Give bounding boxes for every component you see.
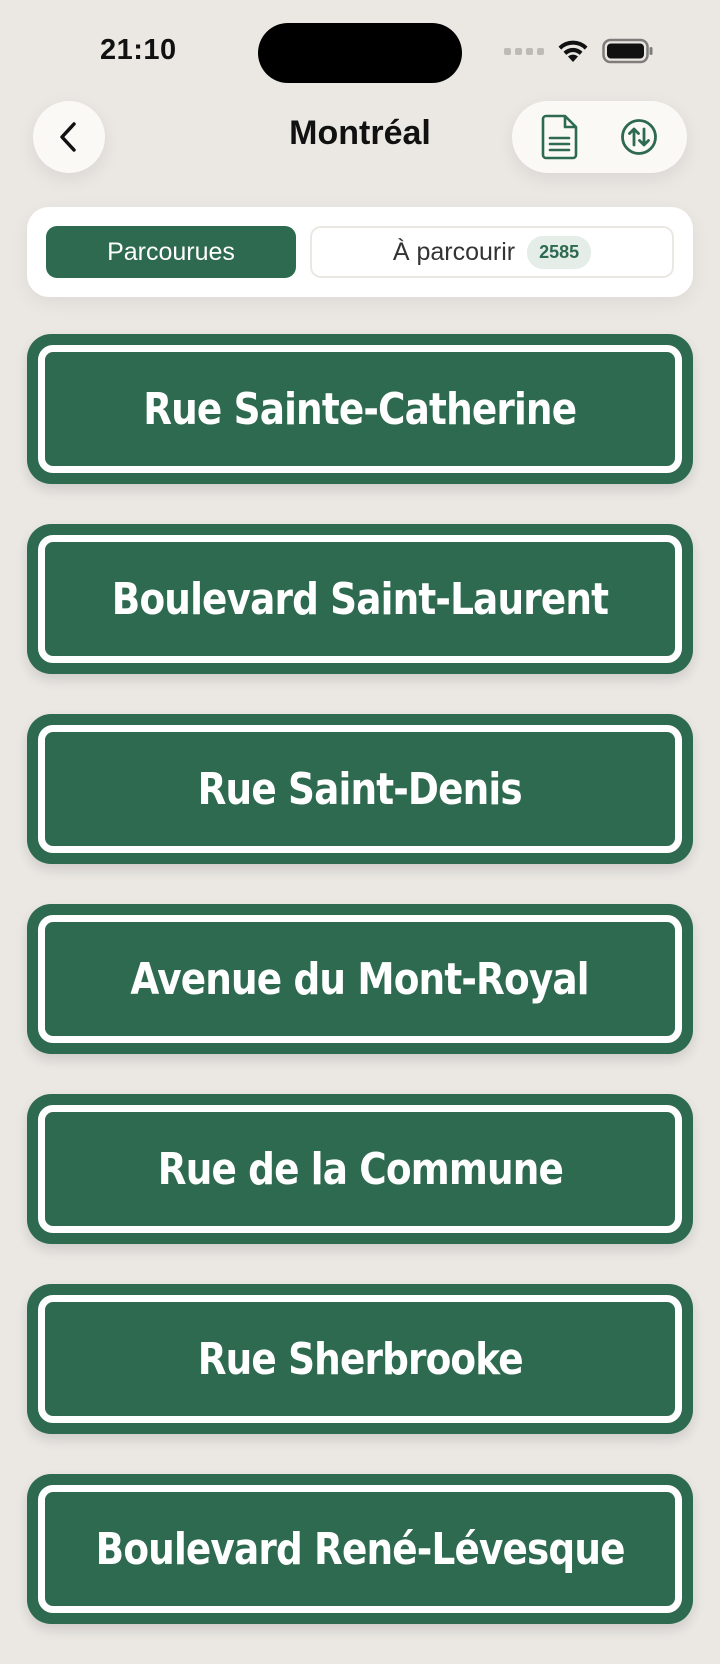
street-sign[interactable]: Rue Sherbrooke — [27, 1284, 693, 1434]
street-name: Rue Sherbrooke — [197, 1333, 523, 1385]
street-sign[interactable]: Boulevard Saint-Laurent — [27, 524, 693, 674]
status-icons — [504, 38, 654, 64]
street-sign[interactable]: Rue Saint-Denis — [27, 714, 693, 864]
dynamic-island — [258, 23, 462, 83]
tab-a-parcourir[interactable]: À parcourir 2585 — [310, 226, 674, 278]
street-name: Boulevard Saint-Laurent — [111, 573, 609, 625]
count-badge: 2585 — [527, 235, 592, 269]
status-bar: 21:10 — [0, 0, 720, 100]
segmented-control: Parcourues À parcourir 2585 — [27, 207, 693, 297]
status-time: 21:10 — [100, 34, 177, 66]
street-name: Rue Sainte-Catherine — [143, 383, 577, 435]
street-name: Avenue du Mont-Royal — [130, 953, 590, 1005]
street-sign-frame: Rue Sainte-Catherine — [38, 345, 682, 473]
street-name: Rue Saint-Denis — [197, 763, 523, 815]
street-sign-frame: Avenue du Mont-Royal — [38, 915, 682, 1043]
navigation-header: Montréal — [0, 100, 720, 174]
header-actions — [512, 101, 687, 173]
street-sign[interactable]: Rue Sainte-Catherine — [27, 334, 693, 484]
battery-icon — [602, 38, 653, 64]
street-sign[interactable]: Rue de la Commune — [27, 1094, 693, 1244]
sort-arrows-icon — [621, 119, 658, 155]
street-sign-frame: Rue de la Commune — [38, 1105, 682, 1233]
street-sign[interactable]: Avenue du Mont-Royal — [27, 904, 693, 1054]
wifi-icon — [558, 40, 588, 62]
document-button[interactable] — [530, 107, 590, 167]
street-sign-frame: Rue Sherbrooke — [38, 1295, 682, 1423]
sort-button[interactable] — [609, 107, 669, 167]
street-sign-frame: Rue Saint-Denis — [38, 725, 682, 853]
street-list: Rue Sainte-Catherine Boulevard Saint-Lau… — [27, 334, 693, 1664]
tab-parcourues-label: Parcourues — [107, 237, 235, 266]
street-name: Rue de la Commune — [157, 1143, 563, 1195]
tab-parcourues[interactable]: Parcourues — [46, 226, 296, 278]
street-name: Boulevard René-Lévesque — [95, 1523, 626, 1575]
street-sign-frame: Boulevard Saint-Laurent — [38, 535, 682, 663]
cellular-signal-icon — [504, 47, 544, 55]
street-sign[interactable]: Boulevard René-Lévesque — [27, 1474, 693, 1624]
street-sign-frame: Boulevard René-Lévesque — [38, 1485, 682, 1613]
tab-a-parcourir-label: À parcourir — [392, 237, 516, 266]
document-icon — [541, 114, 578, 160]
